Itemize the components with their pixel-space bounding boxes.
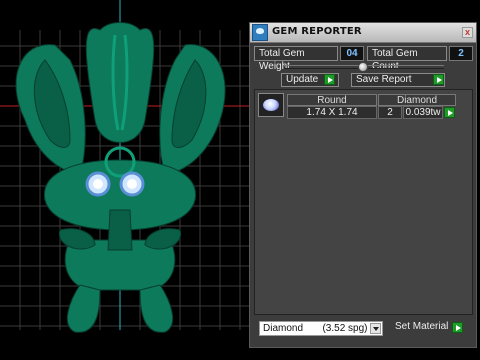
gem-report-area: Round Diamond 1.74 X 1.74 2 0.039tw — [254, 89, 473, 315]
set-material-play-arrow-icon[interactable] — [452, 322, 463, 333]
row-play-arrow-icon[interactable] — [444, 107, 455, 118]
save-report-button-label: Save Report — [356, 74, 412, 85]
table-cell-count: 2 — [378, 106, 402, 119]
table-header-round: Round — [287, 94, 377, 106]
gem-reporter-panel: GEM REPORTER x Total Gem Weight 04 Total… — [249, 22, 477, 348]
material-select[interactable]: Diamond (3.52 spg) — [259, 321, 383, 336]
update-button-label: Update — [286, 74, 319, 85]
table-header-diamond: Diamond — [378, 94, 456, 106]
total-gem-weight-label: Total Gem Weight — [254, 46, 338, 72]
panel-titlebar[interactable]: GEM REPORTER x — [250, 23, 476, 43]
dropdown-arrow-icon[interactable] — [370, 323, 381, 334]
update-play-arrow-icon[interactable] — [324, 74, 335, 85]
material-select-value: Diamond (3.52 spg) — [263, 323, 368, 334]
save-report-button[interactable]: Save Report — [351, 73, 445, 87]
gem-reporter-app-icon — [252, 24, 268, 41]
set-material-button-label: Set Material — [395, 321, 449, 332]
total-gem-count-value: 2 — [449, 46, 473, 61]
table-cell-weight: 0.039tw — [403, 106, 443, 119]
close-icon[interactable]: x — [462, 27, 473, 38]
table-cell-size: 1.74 X 1.74 — [287, 106, 377, 119]
diamond-gem-icon — [258, 93, 284, 117]
total-gem-weight-value: 04 — [340, 46, 364, 61]
total-gem-count-label: Total Gem Count — [367, 46, 447, 72]
save-report-play-arrow-icon[interactable] — [433, 74, 444, 85]
slider-knob[interactable] — [358, 62, 368, 72]
panel-title: GEM REPORTER — [272, 26, 362, 37]
